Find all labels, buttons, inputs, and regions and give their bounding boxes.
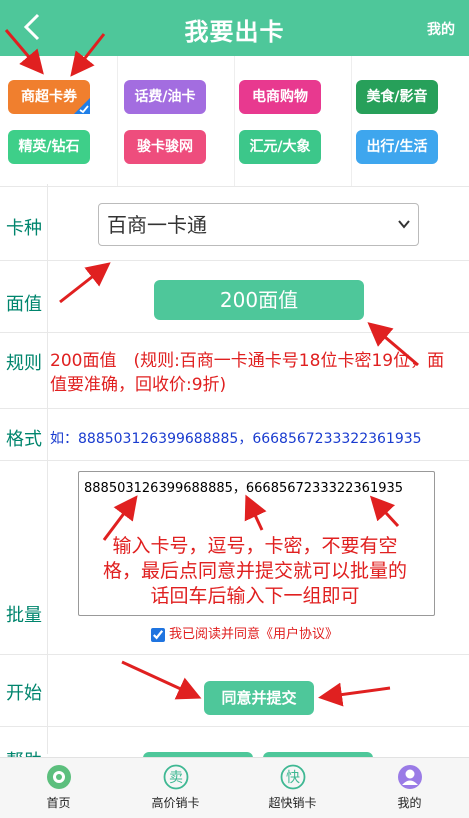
fast-glyph: 快 xyxy=(286,770,300,786)
face-value-label: 面值 xyxy=(6,294,42,315)
category-button-骏卡骏网[interactable]: 骏卡骏网 xyxy=(124,130,206,164)
app-header: 我要出卡 我的 xyxy=(0,0,469,56)
grid-divider xyxy=(117,56,118,186)
category-button-汇元大象[interactable]: 汇元/大象 xyxy=(239,130,321,164)
card-type-label: 卡种 xyxy=(6,218,42,239)
tab-home[interactable]: 首页 xyxy=(0,758,117,818)
rules-text: 200面值 (规则:百商一卡通卡号18位卡密19位，面值要准确，回收价:9折) xyxy=(50,351,445,395)
tab-mine[interactable]: 我的 xyxy=(351,758,468,818)
grid-divider xyxy=(234,56,235,186)
card-type-select[interactable]: 百商一卡通 xyxy=(98,203,419,246)
category-label: 出行/生活 xyxy=(366,139,428,155)
category-label: 电商购物 xyxy=(252,89,308,105)
format-example: 如：888503126399688885，6668567233322361935 xyxy=(50,431,422,447)
category-button-美食影音[interactable]: 美食/影音 xyxy=(356,80,438,114)
agreement-row[interactable]: 我已阅读并同意《用户协议》 xyxy=(151,623,338,642)
user-icon xyxy=(398,765,422,789)
submit-button[interactable]: 同意并提交 xyxy=(204,681,314,715)
grid-divider xyxy=(351,56,352,186)
sell-icon: 卖 xyxy=(163,764,189,790)
fast-icon: 快 xyxy=(280,764,306,790)
category-button-出行生活[interactable]: 出行/生活 xyxy=(356,130,438,164)
start-label: 开始 xyxy=(6,683,42,704)
agree-text: 我已阅读并同意《用户协议》 xyxy=(169,627,339,642)
tab-sell[interactable]: 卖 高价销卡 xyxy=(117,758,234,818)
tab-label: 首页 xyxy=(46,796,71,810)
category-button-精英钻石[interactable]: 精英/钻石 xyxy=(8,130,90,164)
sell-glyph: 卖 xyxy=(169,770,183,786)
face-value-button[interactable]: 200面值 xyxy=(154,280,364,320)
selected-check-icon xyxy=(74,98,90,114)
tab-label: 超快销卡 xyxy=(268,796,317,810)
home-icon xyxy=(47,765,71,789)
category-label: 骏卡骏网 xyxy=(137,139,193,155)
instruction-annotation: 输入卡号，逗号，卡密，不要有空格，最后点同意并提交就可以批量的话回车后输入下一组… xyxy=(102,535,407,607)
page-title: 我要出卡 xyxy=(184,18,285,46)
category-label: 商超卡券 xyxy=(21,89,77,105)
batch-label: 批量 xyxy=(6,605,42,626)
category-button-电商购物[interactable]: 电商购物 xyxy=(239,80,321,114)
category-label: 美食/影音 xyxy=(366,89,428,105)
tab-fast[interactable]: 快 超快销卡 xyxy=(234,758,351,818)
category-label: 话费/油卡 xyxy=(134,89,196,105)
format-label: 格式 xyxy=(6,429,42,450)
category-label: 精英/钻石 xyxy=(18,139,80,155)
agree-checkbox[interactable] xyxy=(151,627,165,642)
tab-label: 高价销卡 xyxy=(151,796,200,810)
bottom-tab-bar: 首页 卖 高价销卡 快 超快销卡 我的 xyxy=(0,757,469,818)
tab-label: 我的 xyxy=(397,796,422,810)
category-button-商超卡券[interactable]: 商超卡券 xyxy=(8,80,90,114)
my-account-link[interactable]: 我的 xyxy=(427,19,455,39)
category-button-话费油卡[interactable]: 话费/油卡 xyxy=(124,80,206,114)
category-label: 汇元/大象 xyxy=(249,139,311,155)
rules-label: 规则 xyxy=(6,353,42,374)
chevron-down-icon xyxy=(398,220,410,229)
